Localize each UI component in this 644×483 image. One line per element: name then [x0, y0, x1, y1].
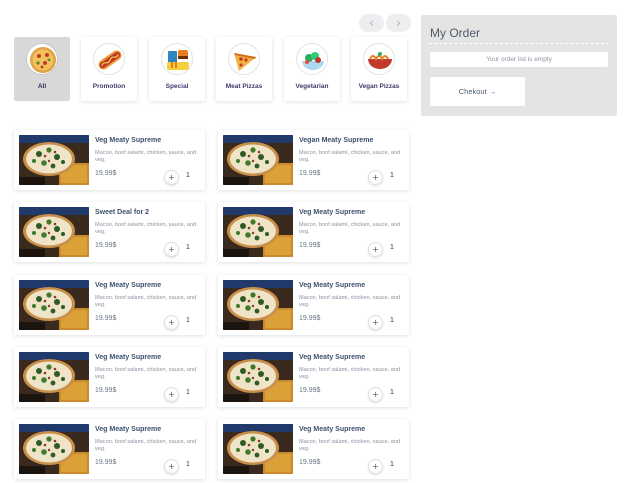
order-panel: My Order Your order list is empty Chekou… — [421, 15, 617, 116]
product-description: Macon, boof salami, chicken, sauce, and … — [299, 222, 401, 235]
product-description: Macon, boof salami, chicken, sauce, and … — [95, 439, 197, 452]
product-card[interactable]: Sweet Deal for 2 Macon, boof salami, chi… — [14, 202, 205, 262]
category-special[interactable]: Special — [149, 37, 205, 101]
category-list: All Promotion Special Meat Pizzas Vegeta… — [14, 37, 407, 101]
chevron-right-icon[interactable]: › — [386, 14, 411, 32]
product-description: Macon, boof salami, chicken, sauce, and … — [299, 367, 401, 380]
category-vegan-pizzas[interactable]: Vegan Pizzas — [351, 37, 407, 101]
category-label: Promotion — [92, 83, 126, 90]
add-button[interactable]: + — [368, 315, 383, 330]
hotdog-icon — [93, 43, 125, 75]
quantity: 1 — [186, 244, 190, 251]
add-button[interactable]: + — [164, 459, 179, 474]
category-label: Special — [165, 83, 189, 90]
category-all[interactable]: All — [14, 37, 70, 101]
divider — [429, 43, 609, 44]
product-name: Vegan Meaty Supreme — [299, 137, 374, 144]
pizza-image — [19, 424, 89, 474]
product-card[interactable]: Veg Meaty Supreme Macon, boof salami, ch… — [14, 347, 205, 407]
chevron-left-icon[interactable]: ‹ — [359, 14, 384, 32]
product-description: Macon, boof salami, chicken, sauce, and … — [95, 150, 197, 163]
category-label: All — [37, 83, 47, 90]
quantity: 1 — [390, 317, 394, 324]
product-name: Veg Meaty Supreme — [95, 426, 162, 433]
pizza-image — [223, 135, 293, 185]
add-button[interactable]: + — [368, 242, 383, 257]
product-price: 19.99$ — [299, 315, 321, 322]
add-button[interactable]: + — [368, 459, 383, 474]
product-name: Veg Meaty Supreme — [299, 354, 366, 361]
product-description: Macon, boof salami, chicken, sauce, and … — [95, 367, 197, 380]
product-price: 19.99$ — [95, 459, 117, 466]
product-card[interactable]: Veg Meaty Supreme Macon, boof salami, ch… — [218, 202, 409, 262]
product-card[interactable]: Vegan Meaty Supreme Macon, boof salami, … — [218, 130, 409, 190]
product-name: Sweet Deal for 2 — [95, 209, 150, 216]
product-price: 19.99$ — [299, 242, 321, 249]
product-description: Macon, boof salami, chicken, sauce, and … — [299, 439, 401, 452]
product-card[interactable]: Veg Meaty Supreme Macon, boof salami, ch… — [14, 275, 205, 335]
quantity: 1 — [186, 172, 190, 179]
category-label: Vegetarian — [295, 83, 329, 90]
checkout-button[interactable]: Chekout → — [430, 77, 525, 106]
product-price: 19.99$ — [95, 387, 117, 394]
product-card[interactable]: Veg Meaty Supreme Macon, boof salami, ch… — [218, 275, 409, 335]
product-name: Veg Meaty Supreme — [299, 426, 366, 433]
add-button[interactable]: + — [368, 170, 383, 185]
category-vegetarian[interactable]: Vegetarian — [284, 37, 340, 101]
add-button[interactable]: + — [368, 387, 383, 402]
quantity: 1 — [390, 244, 394, 251]
product-description: Macon, boof salami, chicken, sauce, and … — [299, 295, 401, 308]
pizza-slice-icon — [228, 43, 260, 75]
pizza-image — [223, 352, 293, 402]
pizza-image — [223, 207, 293, 257]
product-name: Veg Meaty Supreme — [299, 209, 366, 216]
pizza-image — [223, 280, 293, 330]
combo-meal-icon — [161, 43, 193, 75]
add-button[interactable]: + — [164, 170, 179, 185]
pizza-icon — [26, 43, 58, 75]
add-button[interactable]: + — [164, 315, 179, 330]
quantity: 1 — [186, 389, 190, 396]
product-name: Veg Meaty Supreme — [95, 137, 162, 144]
product-card[interactable]: Veg Meaty Supreme Macon, boof salami, ch… — [14, 130, 205, 190]
add-button[interactable]: + — [164, 242, 179, 257]
quantity: 1 — [390, 172, 394, 179]
product-card[interactable]: Veg Meaty Supreme Macon, boof salami, ch… — [218, 419, 409, 479]
product-name: Veg Meaty Supreme — [95, 282, 162, 289]
pizza-image — [19, 352, 89, 402]
category-label: Meat Pizzas — [225, 83, 263, 90]
product-price: 19.99$ — [299, 459, 321, 466]
quantity: 1 — [186, 317, 190, 324]
order-title: My Order — [430, 26, 481, 40]
pizza-image — [19, 280, 89, 330]
quantity: 1 — [390, 389, 394, 396]
product-description: Macon, boof salami, chicken, sauce, and … — [299, 150, 401, 163]
pizza-image — [19, 135, 89, 185]
product-card[interactable]: Veg Meaty Supreme Macon, boof salami, ch… — [218, 347, 409, 407]
product-price: 19.99$ — [299, 170, 321, 177]
category-meat-pizzas[interactable]: Meat Pizzas — [216, 37, 272, 101]
vegetarian-salad-icon — [296, 43, 328, 75]
product-description: Macon, boof salami, chicken, sauce, and … — [95, 295, 197, 308]
quantity: 1 — [390, 461, 394, 468]
order-empty-message: Your order list is empty — [430, 52, 608, 67]
vegan-bowl-icon — [363, 43, 395, 75]
product-name: Veg Meaty Supreme — [95, 354, 162, 361]
product-price: 19.99$ — [95, 315, 117, 322]
category-carousel-nav: ‹ › — [359, 14, 411, 32]
pizza-image — [19, 207, 89, 257]
quantity: 1 — [186, 461, 190, 468]
product-name: Veg Meaty Supreme — [299, 282, 366, 289]
category-promotion[interactable]: Promotion — [81, 37, 137, 101]
product-price: 19.99$ — [299, 387, 321, 394]
product-card[interactable]: Veg Meaty Supreme Macon, boof salami, ch… — [14, 419, 205, 479]
product-description: Macon, boof salami, chicken, sauce, and … — [95, 222, 197, 235]
category-label: Vegan Pizzas — [358, 83, 400, 90]
add-button[interactable]: + — [164, 387, 179, 402]
product-price: 19.99$ — [95, 242, 117, 249]
pizza-image — [223, 424, 293, 474]
product-price: 19.99$ — [95, 170, 117, 177]
